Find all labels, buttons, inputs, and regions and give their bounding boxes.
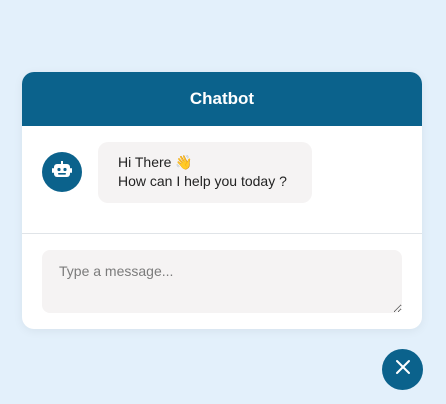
chat-window: Chatbot Hi There 👋 How can I help you to… (22, 72, 422, 329)
input-area (42, 250, 402, 313)
chat-body: Hi There 👋 How can I help you today ? (22, 126, 422, 234)
message-line-2: How can I help you today ? (118, 173, 287, 189)
message-input[interactable] (42, 250, 402, 313)
greeting-text: Hi There (118, 154, 172, 170)
bot-avatar (42, 152, 82, 192)
waving-hand-icon: 👋 (175, 154, 193, 170)
robot-icon (52, 160, 72, 184)
close-button[interactable] (382, 349, 423, 390)
chat-title: Chatbot (189, 89, 255, 108)
message-row: Hi There 👋 How can I help you today ? (42, 142, 312, 203)
close-icon (395, 359, 411, 380)
message-line-1: Hi There 👋 (118, 153, 292, 172)
bot-message: Hi There 👋 How can I help you today ? (98, 142, 312, 203)
chat-header: Chatbot (22, 72, 422, 126)
